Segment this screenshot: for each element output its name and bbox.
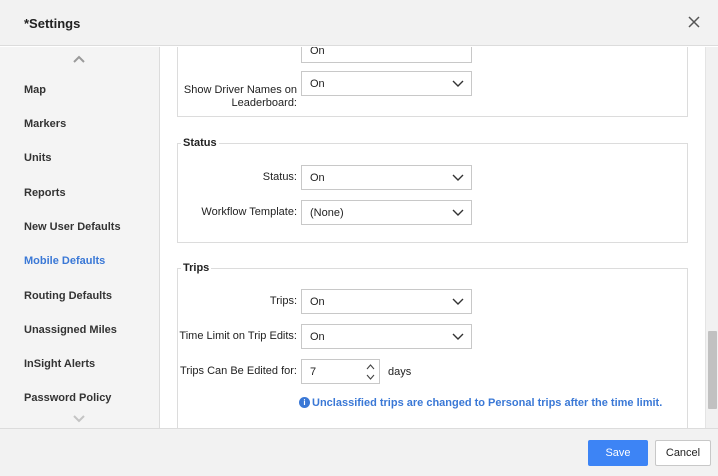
time-limit-select[interactable]: On — [301, 324, 472, 349]
chevron-down-icon — [452, 80, 464, 87]
time-limit-label: Time Limit on Trip Edits: — [179, 330, 297, 342]
time-limit-info: i Unclassified trips are changed to Perso… — [299, 397, 662, 409]
driver-names-label: Show Driver Names on Leaderboard: — [183, 84, 297, 109]
sidebar-item-unassigned-miles[interactable]: Unassigned Miles — [24, 324, 117, 336]
chevron-down-icon — [452, 209, 464, 216]
scrollbar-thumb[interactable] — [708, 331, 717, 409]
stepper-up-icon[interactable] — [366, 363, 375, 370]
sidebar-item-units[interactable]: Units — [24, 152, 52, 164]
chevron-down-icon — [452, 298, 464, 305]
trip-edit-days-label: Trips Can Be Edited for: — [180, 365, 297, 377]
time-limit-info-text: Unclassified trips are changed to Person… — [312, 397, 663, 409]
save-button[interactable]: Save — [588, 440, 648, 466]
workflow-template-select[interactable]: (None) — [301, 200, 472, 225]
leaderboard-section: On Show Driver Names on Leaderboard: On — [177, 47, 688, 117]
close-icon[interactable] — [686, 14, 702, 30]
status-section: On (None) — [177, 143, 688, 243]
settings-content: On Show Driver Names on Leaderboard: On … — [161, 47, 705, 428]
leaderboard-partial-select[interactable]: On — [301, 47, 472, 63]
stepper-down-icon[interactable] — [366, 374, 375, 381]
chevron-down-icon[interactable] — [72, 414, 86, 424]
trips-label: Trips: — [269, 295, 297, 307]
dialog-header: *Settings — [0, 0, 718, 46]
sidebar-item-map[interactable]: Map — [24, 84, 46, 96]
chevron-down-icon — [452, 333, 464, 340]
driver-names-select[interactable]: On — [301, 71, 472, 96]
content-scrollbar[interactable] — [705, 47, 718, 428]
workflow-template-label: Workflow Template: — [201, 206, 297, 218]
chevron-up-icon[interactable] — [72, 54, 86, 64]
sidebar-item-mobile-defaults[interactable]: Mobile Defaults — [24, 255, 105, 267]
cancel-button[interactable]: Cancel — [655, 440, 711, 466]
sidebar-item-new-user-defaults[interactable]: New User Defaults — [24, 221, 121, 233]
info-icon: i — [299, 397, 310, 408]
status-section-title: Status — [181, 137, 219, 149]
trip-edit-days-stepper[interactable]: 7 — [301, 359, 380, 384]
sidebar-item-insight-alerts[interactable]: InSight Alerts — [24, 358, 95, 370]
settings-sidebar: Map Markers Units Reports New User Defau… — [0, 47, 160, 428]
dialog-footer: Save Cancel — [0, 428, 718, 476]
sidebar-item-password-policy[interactable]: Password Policy — [24, 392, 111, 404]
trips-select[interactable]: On — [301, 289, 472, 314]
status-select[interactable]: On — [301, 165, 472, 190]
status-label: Status: — [262, 171, 297, 183]
sidebar-item-routing-defaults[interactable]: Routing Defaults — [24, 290, 112, 302]
trips-section-title: Trips — [181, 262, 212, 274]
dialog-title: *Settings — [24, 16, 81, 31]
sidebar-item-reports[interactable]: Reports — [24, 187, 66, 199]
days-unit: days — [388, 366, 412, 378]
sidebar-item-markers[interactable]: Markers — [24, 118, 66, 130]
chevron-down-icon — [452, 174, 464, 181]
